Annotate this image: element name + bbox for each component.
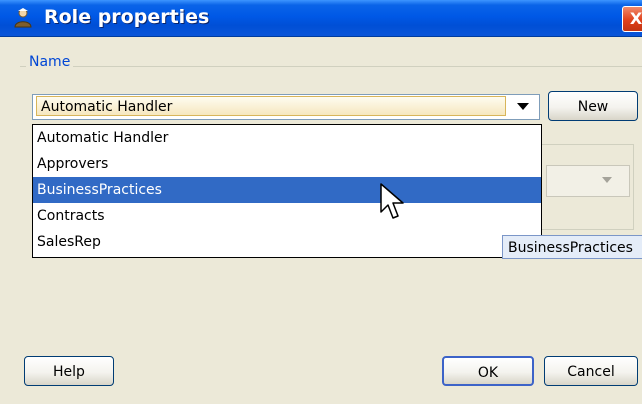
help-button[interactable]: Help [24, 356, 114, 386]
disabled-chevron-down-icon [602, 177, 612, 183]
dropdown-item-automatic-handler[interactable]: Automatic Handler [33, 125, 541, 151]
title-bar[interactable]: Role properties X [0, 0, 642, 37]
disabled-combobox [546, 165, 630, 197]
name-group-border [20, 66, 642, 67]
name-group-label: Name [26, 54, 74, 70]
window-title: Role properties [44, 6, 210, 28]
new-button[interactable]: New [548, 91, 638, 121]
close-icon: X [629, 9, 642, 28]
item-tooltip: BusinessPractices [502, 235, 642, 259]
mouse-pointer-icon [380, 183, 404, 219]
dropdown-item-contracts[interactable]: Contracts [33, 203, 541, 229]
dropdown-item-salesrep[interactable]: SalesRep [33, 229, 541, 255]
close-button[interactable]: X [622, 6, 642, 32]
role-properties-dialog: Role properties X Name Automatic Handler… [0, 0, 642, 404]
role-user-icon [14, 8, 32, 28]
dropdown-item-approvers[interactable]: Approvers [33, 151, 541, 177]
ok-button[interactable]: OK [442, 356, 534, 386]
role-name-value: Automatic Handler [36, 96, 506, 116]
role-name-combobox[interactable]: Automatic Handler [32, 94, 540, 120]
role-name-dropdown-list[interactable]: Automatic Handler Approvers BusinessPrac… [32, 124, 542, 258]
dropdown-item-businesspractices[interactable]: BusinessPractices [33, 177, 541, 203]
cancel-button[interactable]: Cancel [544, 356, 638, 386]
chevron-down-icon[interactable] [517, 103, 529, 110]
